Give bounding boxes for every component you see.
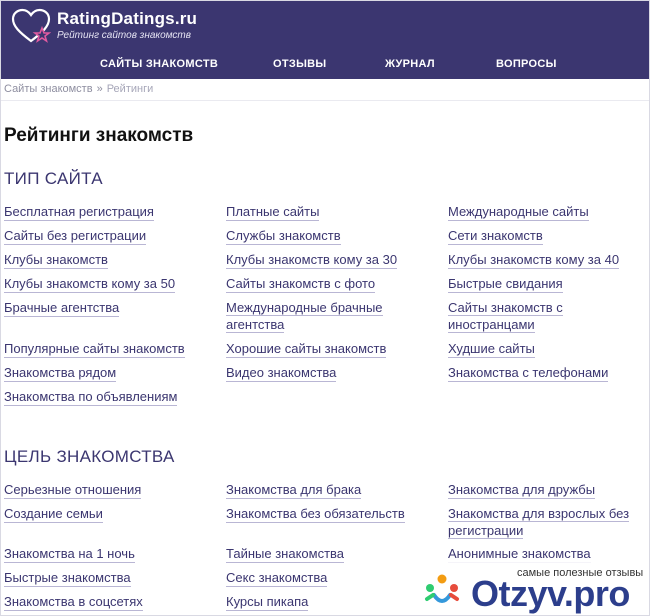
rating-link-label: Международные брачные агентства — [226, 300, 383, 333]
rating-link-label: Знакомства для взрослых без регистрации — [448, 506, 630, 539]
page-title: Рейтинги знакомств — [4, 125, 194, 146]
rating-link[interactable]: Бесплатная регистрация — [4, 203, 154, 221]
rating-link[interactable]: Знакомства для дружбы — [448, 481, 596, 499]
section-title-site-type: ТИП САЙТА — [4, 169, 103, 188]
rating-link[interactable]: Видео знакомства — [226, 364, 337, 382]
rating-link[interactable]: Знакомства без обязательств — [226, 505, 405, 523]
rating-link[interactable]: Создание семьи — [4, 505, 103, 523]
rating-link[interactable]: Клубы знакомств — [4, 251, 108, 269]
rating-link[interactable]: Серьезные отношения — [4, 481, 142, 499]
rating-link[interactable]: Знакомства на 1 ночь — [4, 545, 135, 563]
rating-link[interactable]: Платные сайты — [226, 203, 320, 221]
rating-link[interactable]: Хорошие сайты знакомств — [226, 340, 387, 358]
rating-link[interactable]: Худшие сайты — [448, 340, 535, 358]
rating-link[interactable]: Клубы знакомств кому за 30 — [226, 251, 398, 269]
breadcrumb: Сайты знакомств» Рейтинги — [4, 83, 153, 95]
rating-link[interactable]: Сайты без регистрации — [4, 227, 147, 245]
rating-link-label: Сайты знакомств с иностранцами — [448, 300, 563, 333]
site-header: RatingDatings.ru Рейтинг сайтов знакомст… — [1, 1, 649, 79]
rating-link[interactable]: Секс знакомства — [226, 569, 328, 587]
rating-link[interactable]: Международные брачные агентства — [226, 299, 411, 333]
rating-link[interactable]: Знакомства для брака — [226, 481, 362, 499]
rating-link[interactable]: Клубы знакомств кому за 40 — [448, 251, 620, 269]
nav-item-journal[interactable]: ЖУРНАЛ — [385, 58, 435, 70]
logo-subtitle: Рейтинг сайтов знакомств — [57, 30, 191, 41]
rating-link[interactable]: Тайные знакомства — [226, 545, 345, 563]
heart-star-logo-icon — [11, 8, 51, 43]
rating-link[interactable]: Курсы пикапа — [226, 593, 309, 611]
logo-title: RatingDatings.ru — [57, 9, 198, 28]
section-title-dating-goal: ЦЕЛЬ ЗНАКОМСТВА — [4, 447, 175, 466]
rating-link[interactable]: Сети знакомств — [448, 227, 543, 245]
breadcrumb-separator: » — [96, 83, 103, 95]
nav-item-questions[interactable]: ВОПРОСЫ — [496, 58, 557, 70]
divider — [1, 100, 649, 101]
nav-item-dating-sites[interactable]: САЙТЫ ЗНАКОМСТВ — [100, 58, 218, 70]
rating-link[interactable]: Брачные агентства — [4, 299, 120, 317]
rating-link[interactable]: Знакомства для взрослых без регистрации — [448, 505, 638, 539]
rating-link[interactable]: Клубы знакомств кому за 50 — [4, 275, 176, 293]
rating-link[interactable]: Быстрые знакомства — [4, 569, 131, 587]
page-frame: RatingDatings.ru Рейтинг сайтов знакомст… — [0, 0, 650, 616]
breadcrumb-current: Рейтинги — [106, 83, 154, 95]
rating-link[interactable]: Знакомства рядом — [4, 364, 117, 382]
breadcrumb-home-link[interactable]: Сайты знакомств — [4, 83, 93, 95]
rating-link[interactable]: Знакомства по объявлениям — [4, 388, 178, 406]
site-logo[interactable]: RatingDatings.ru Рейтинг сайтов знакомст… — [11, 8, 197, 44]
rating-link[interactable]: Службы знакомств — [226, 227, 341, 245]
rating-link[interactable]: Быстрые свидания — [448, 275, 563, 293]
rating-link[interactable]: Знакомства в соцсетях — [4, 593, 143, 611]
rating-link[interactable]: Сайты знакомств с фото — [226, 275, 376, 293]
rating-link[interactable]: Знакомства с телефонами — [448, 364, 609, 382]
people-icon — [425, 574, 459, 603]
rating-link[interactable]: Популярные сайты знакомств — [4, 340, 185, 358]
watermark-logo: Otzyv.pro — [471, 573, 630, 614]
rating-link[interactable]: Международные сайты — [448, 203, 589, 221]
main-nav: САЙТЫ ЗНАКОМСТВ ОТЗЫВЫ ЖУРНАЛ ВОПРОСЫ — [1, 51, 649, 79]
rating-link[interactable]: Сайты знакомств с иностранцами — [448, 299, 588, 333]
nav-item-reviews[interactable]: ОТЗЫВЫ — [273, 58, 326, 70]
